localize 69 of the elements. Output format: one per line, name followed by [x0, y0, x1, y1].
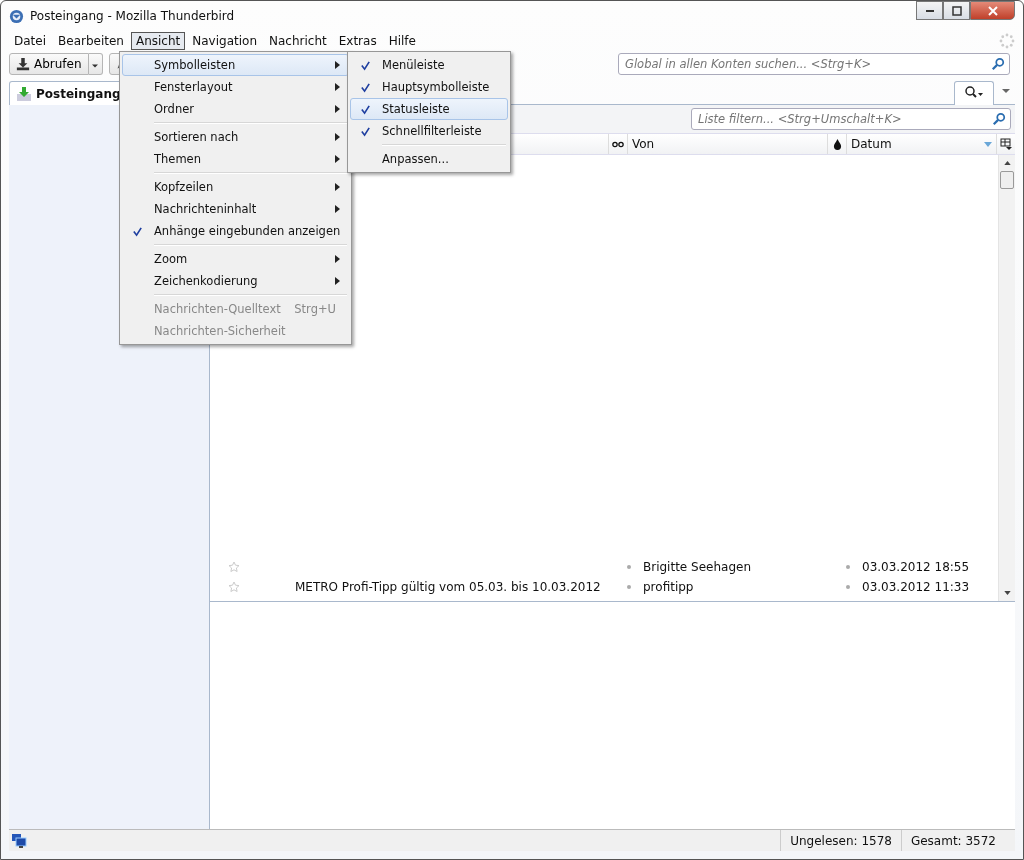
maximize-button[interactable]: [943, 1, 970, 20]
close-button[interactable]: [970, 1, 1015, 20]
menu-item[interactable]: Menüleiste: [350, 54, 508, 76]
star-icon[interactable]: [228, 581, 240, 593]
submenu-arrow-icon: [335, 133, 340, 141]
menu-item[interactable]: Nachrichteninhalt: [122, 198, 349, 220]
thread-icon[interactable]: [612, 140, 624, 148]
get-mail-button[interactable]: Abrufen: [9, 53, 89, 75]
menu-item[interactable]: Kopfzeilen: [122, 176, 349, 198]
scroll-up-icon: [1003, 161, 1011, 165]
menu-item[interactable]: Datei: [9, 31, 51, 50]
total-count: Gesamt: 3572: [900, 830, 1005, 851]
submenu-arrow-icon: [335, 205, 340, 213]
close-icon: [987, 5, 998, 16]
message-date: 03.03.2012 11:33: [862, 580, 971, 594]
column-header[interactable]: Datum: [847, 134, 997, 154]
dropdown-icon[interactable]: [1002, 87, 1010, 95]
menu-item[interactable]: Zoom: [122, 248, 349, 270]
sort-icon: [984, 141, 992, 147]
menu-item[interactable]: Themen: [122, 148, 349, 170]
scroll-down-icon: [1003, 591, 1011, 595]
scrollbar[interactable]: [998, 155, 1015, 601]
submenu-arrow-icon: [335, 183, 340, 191]
unread-count: Ungelesen: 1578: [780, 830, 901, 851]
menu-item[interactable]: Anpassen...: [350, 148, 508, 170]
menu-item[interactable]: Bearbeiten: [53, 31, 129, 50]
message-date: 03.03.2012 18:55: [862, 560, 971, 574]
submenu-arrow-icon: [335, 255, 340, 263]
submenu-arrow-icon: [335, 105, 340, 113]
submenu-arrow-icon: [335, 61, 340, 69]
search-icon: [992, 112, 1006, 126]
minimize-button[interactable]: [916, 1, 943, 20]
submenu-arrow-icon: [335, 277, 340, 285]
caret-icon: [92, 62, 99, 69]
menu-item[interactable]: Hilfe: [383, 31, 421, 50]
submenu-arrow-icon: [335, 83, 340, 91]
inbox-icon: [16, 85, 32, 102]
menu-item[interactable]: Ansicht: [130, 31, 186, 50]
column-header[interactable]: Von: [628, 134, 828, 154]
menu-item[interactable]: Symbolleisten: [122, 54, 349, 76]
activity-icon: [999, 32, 1015, 49]
global-search-field[interactable]: Global in allen Konten suchen... <Strg+K>: [618, 53, 1010, 75]
menu-item[interactable]: Statusleiste: [350, 98, 508, 120]
filter-field[interactable]: Liste filtern... <Strg+Umschalt+K>: [691, 108, 1011, 130]
search-menu-button[interactable]: [954, 81, 994, 105]
minimize-icon: [925, 9, 934, 12]
menu-item[interactable]: Anhänge eingebunden anzeigen: [122, 220, 349, 242]
junk-icon[interactable]: [832, 138, 842, 150]
menu-item[interactable]: Nachricht: [264, 31, 332, 50]
message-sender: profitipp: [643, 580, 695, 594]
maximize-icon: [951, 5, 962, 16]
star-icon[interactable]: [228, 561, 240, 573]
menu-item[interactable]: Schnellfilterleiste: [350, 120, 508, 142]
scroll-thumb[interactable]: [1000, 171, 1014, 189]
message-sender: Brigitte Seehagen: [643, 560, 752, 574]
menu-item[interactable]: Navigation: [187, 31, 262, 50]
download-icon: [16, 57, 30, 71]
message-subject: METRO Profi-Tipp gültig vom 05.03. bis 10.03.2012: [295, 580, 601, 594]
app-logo-icon: [9, 8, 24, 24]
menu-item[interactable]: Hauptsymbolleiste: [350, 76, 508, 98]
menu-item[interactable]: Sortieren nach: [122, 126, 349, 148]
column-picker-icon[interactable]: [1000, 138, 1012, 150]
search-icon: [991, 57, 1005, 71]
submenu-arrow-icon: [335, 155, 340, 163]
online-status-icon[interactable]: [11, 832, 27, 849]
window-title: Posteingang - Mozilla Thunderbird: [30, 9, 235, 23]
menu-item[interactable]: Extras: [333, 31, 382, 50]
menu-item[interactable]: Zeichenkodierung: [122, 270, 349, 292]
search-icon: [964, 86, 984, 98]
